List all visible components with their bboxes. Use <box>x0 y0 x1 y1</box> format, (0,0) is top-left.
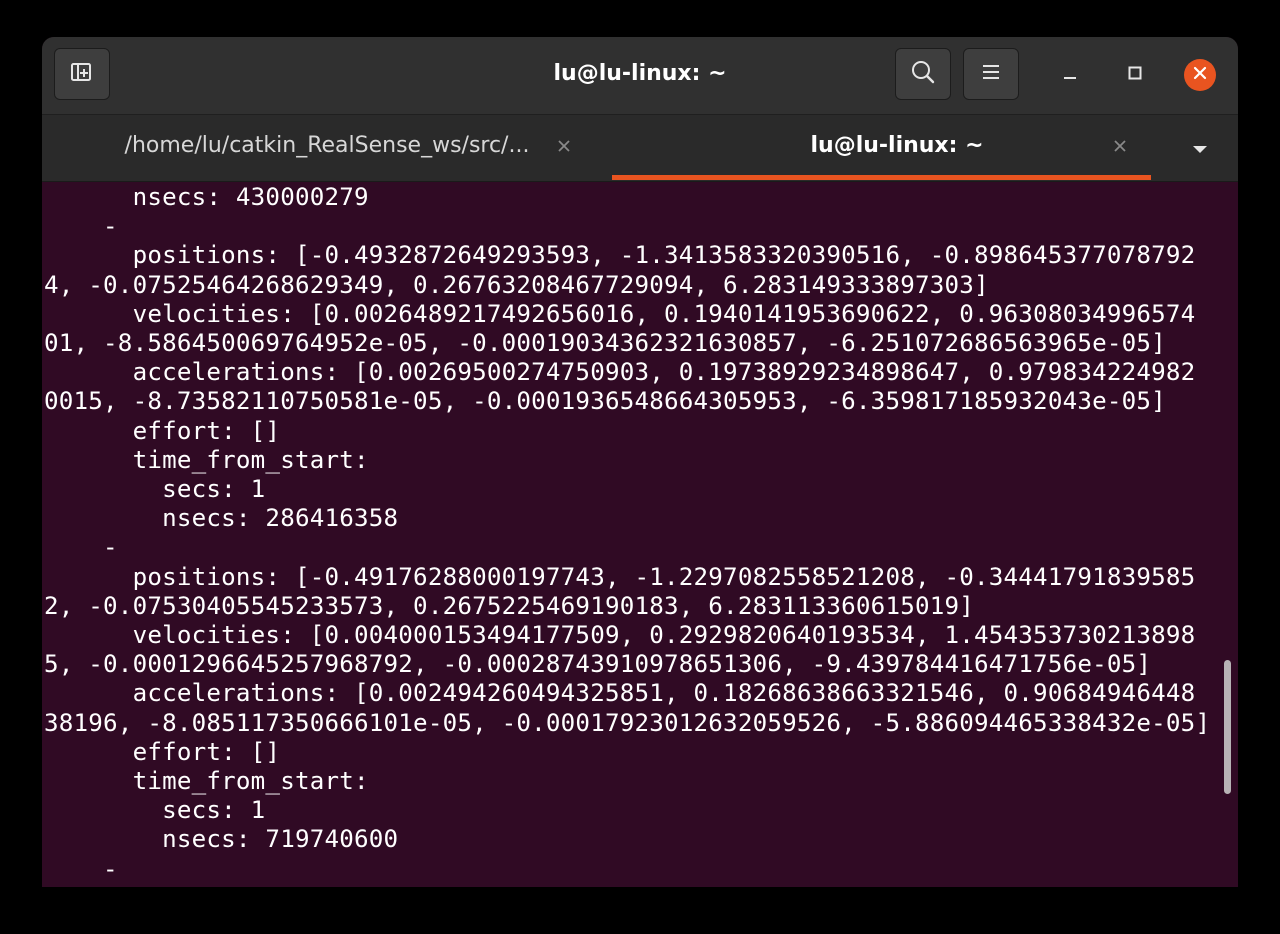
tab-realsense-ws[interactable]: /home/lu/catkin_RealSense_ws/src/... <box>42 115 612 181</box>
close-icon <box>1112 138 1128 158</box>
close-window-button[interactable] <box>1184 59 1216 91</box>
scrollbar-thumb[interactable] <box>1224 660 1231 794</box>
header-bar: lu@lu-linux: ~ <box>42 37 1238 115</box>
search-button[interactable] <box>895 48 951 100</box>
terminal-line: nsecs: 719740600 <box>44 825 399 854</box>
hamburger-menu-icon <box>981 63 1001 85</box>
terminal-window: lu@lu-linux: ~ /home/lu/catkin_RealSense… <box>42 37 1238 887</box>
terminal-line: - <box>44 854 118 883</box>
tab-bar: /home/lu/catkin_RealSense_ws/src/... lu@… <box>42 115 1238 182</box>
terminal-line: positions: [-0.4932872649293593, -1.3413… <box>44 241 1196 270</box>
tab-list-dropdown[interactable] <box>1188 137 1212 161</box>
search-icon <box>910 59 936 89</box>
terminal-line: time_from_start: <box>44 445 369 474</box>
tab-label: lu@lu-linux: ~ <box>810 133 984 158</box>
tab-label: /home/lu/catkin_RealSense_ws/src/... <box>124 133 530 158</box>
close-icon <box>556 138 572 158</box>
close-icon <box>1192 65 1208 85</box>
terminal-line: secs: 1 <box>44 475 266 504</box>
terminal-line: nsecs: 430000279 <box>44 183 369 211</box>
terminal-line: 2, -0.07530405545233573, 0.2675225469190… <box>44 591 975 620</box>
terminal-line: secs: 1 <box>44 796 266 825</box>
terminal-line: accelerations: [0.00269500274750903, 0.1… <box>44 358 1196 387</box>
maximize-icon <box>1127 65 1143 85</box>
terminal-line: velocities: [0.004000153494177509, 0.292… <box>44 621 1196 650</box>
terminal-text: nsecs: 430000279 - positions: [-0.493287… <box>44 183 1210 884</box>
tab-home[interactable]: lu@lu-linux: ~ <box>612 115 1182 181</box>
minimize-button[interactable] <box>1054 59 1086 91</box>
caret-down-icon <box>1191 140 1209 159</box>
active-tab-indicator <box>612 175 1151 180</box>
menu-button[interactable] <box>963 48 1019 100</box>
terminal-line: effort: [] <box>44 416 281 445</box>
maximize-button[interactable] <box>1119 59 1151 91</box>
terminal-line: velocities: [0.0026489217492656016, 0.19… <box>44 299 1196 328</box>
terminal-line: nsecs: 286416358 <box>44 504 399 533</box>
terminal-line: 01, -8.586450069764952e-05, -0.000190343… <box>44 329 1166 358</box>
terminal-line: 5, -0.0001296645257968792, -0.0002874391… <box>44 650 1152 679</box>
terminal-line: 38196, -8.085117350666101e-05, -0.000179… <box>44 708 1211 737</box>
terminal-line: - <box>44 212 118 241</box>
tab-close-button[interactable] <box>553 137 575 159</box>
terminal-line: 4, -0.07525464268629349, 0.2676320846772… <box>44 270 989 299</box>
terminal-output[interactable]: nsecs: 430000279 - positions: [-0.493287… <box>42 182 1238 887</box>
terminal-line: positions: [-0.49176288000197743, -1.229… <box>44 562 1196 591</box>
terminal-line: time_from_start: <box>44 767 369 796</box>
terminal-line: 0015, -8.73582110750581e-05, -0.00019365… <box>44 387 1166 416</box>
terminal-line: effort: [] <box>44 737 281 766</box>
terminal-line: accelerations: [0.002494260494325851, 0.… <box>44 679 1196 708</box>
terminal-line: - <box>44 533 118 562</box>
tab-close-button[interactable] <box>1109 137 1131 159</box>
minimize-icon <box>1062 65 1078 85</box>
